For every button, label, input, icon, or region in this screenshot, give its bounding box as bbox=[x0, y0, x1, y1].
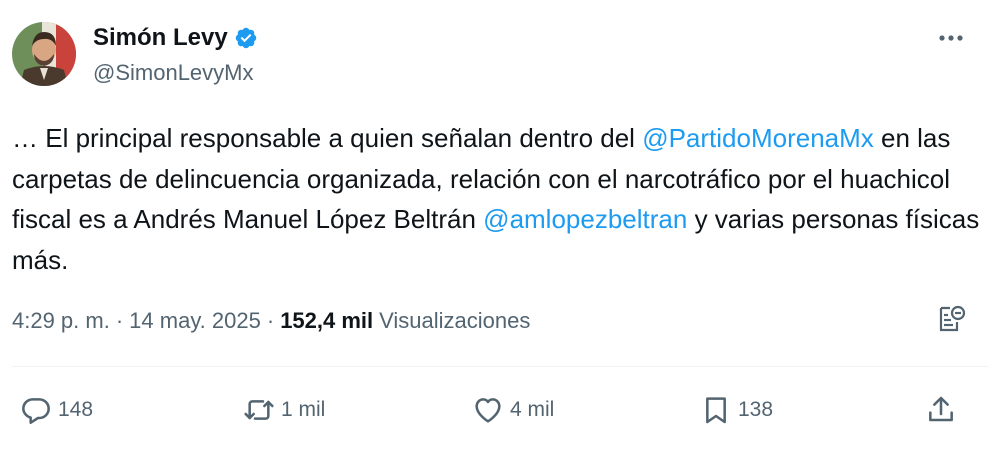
verified-badge-icon bbox=[234, 26, 258, 50]
tweet-meta: 4:29 p. m. · 14 may. 2025 · 152,4 mil Vi… bbox=[12, 308, 530, 334]
bookmark-button[interactable]: 138 bbox=[700, 388, 773, 432]
grok-icon[interactable] bbox=[933, 302, 969, 338]
divider bbox=[12, 366, 988, 367]
reply-button[interactable]: 148 bbox=[20, 388, 93, 432]
reply-icon bbox=[22, 398, 50, 424]
meta-separator: · bbox=[115, 308, 124, 333]
repost-count: 1 mil bbox=[281, 398, 326, 421]
repost-icon bbox=[244, 400, 274, 420]
action-bar: 148 1 mil 4 mil 138 bbox=[0, 388, 1000, 432]
meta-separator: · bbox=[266, 308, 275, 333]
mention-link[interactable]: @PartidoMorenaMx bbox=[642, 123, 874, 153]
like-button[interactable]: 4 mil bbox=[472, 388, 554, 432]
views-label: Visualizaciones bbox=[379, 308, 531, 333]
author-name-row: Simón Levy bbox=[93, 24, 258, 52]
bookmark-icon bbox=[706, 397, 726, 424]
tweet-date[interactable]: 14 may. 2025 bbox=[129, 308, 261, 334]
share-button[interactable] bbox=[925, 388, 957, 432]
author-handle[interactable]: @SimonLevyMx bbox=[93, 60, 254, 86]
share-icon bbox=[929, 396, 953, 422]
bookmark-count: 138 bbox=[738, 398, 774, 421]
tweet-time[interactable]: 4:29 p. m. bbox=[12, 308, 110, 334]
like-count: 4 mil bbox=[510, 398, 555, 421]
avatar[interactable] bbox=[12, 22, 76, 86]
repost-button[interactable]: 1 mil bbox=[243, 388, 325, 432]
like-icon bbox=[475, 398, 501, 423]
reply-count: 148 bbox=[58, 398, 94, 421]
views-count[interactable]: 152,4 mil bbox=[280, 308, 373, 334]
tweet-text: … El principal responsable a quien señal… bbox=[12, 118, 987, 280]
author-name[interactable]: Simón Levy bbox=[93, 24, 228, 52]
mention-link[interactable]: @amlopezbeltran bbox=[483, 204, 687, 234]
tweet-text-segment: … El principal responsable a quien señal… bbox=[12, 123, 643, 153]
more-icon[interactable] bbox=[930, 26, 970, 50]
